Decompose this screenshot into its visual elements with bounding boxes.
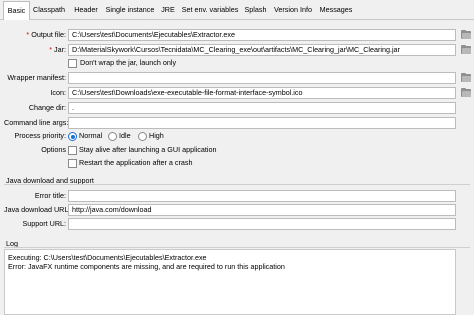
command-line-args-field[interactable] (68, 117, 456, 129)
java-download-url-field[interactable]: http://java.com/download (68, 204, 456, 216)
change-dir-label: Change dir: (28, 103, 66, 112)
icon-label: Icon: (50, 88, 66, 97)
log-line: Executing: C:\Users\test\Documents\Ejecu… (8, 253, 207, 262)
tab-bar: Basic Classpath Header Single instance J… (0, 0, 474, 20)
browse-output-file-button[interactable] (459, 29, 473, 41)
tab-classpath[interactable]: Classpath (31, 2, 67, 18)
restart-label: Restart the application after a crash (79, 158, 193, 167)
process-priority-label: Process priority: (14, 131, 66, 140)
priority-normal-radio[interactable] (68, 132, 77, 141)
error-title-field[interactable] (68, 190, 456, 202)
priority-idle-label: Idle (119, 131, 131, 140)
required-marker: * (49, 45, 53, 54)
output-file-label: * Output file: (26, 30, 66, 39)
java-download-url-label: Java download URL: (4, 205, 71, 214)
error-title-label: Error title: (34, 191, 66, 200)
dont-wrap-label: Don't wrap the jar, launch only (80, 58, 177, 67)
jar-label: * Jar: (49, 45, 66, 54)
priority-high-radio[interactable] (138, 132, 147, 141)
wrapper-manifest-field[interactable] (68, 72, 456, 84)
icon-field[interactable]: C:\Users\test\Downloads\exe-executable-f… (68, 87, 456, 99)
command-line-args-label: Command line args: (4, 118, 69, 127)
tab-splash[interactable]: Splash (242, 2, 269, 18)
tab-jre[interactable]: JRE (158, 2, 178, 18)
jar-field[interactable]: D:\MaterialSkywork\Cursos\Tecnidata\MC_C… (68, 44, 456, 56)
wrapper-manifest-label: Wrapper manifest: (7, 73, 66, 82)
priority-high-label: High (149, 131, 164, 140)
browse-jar-button[interactable] (459, 44, 473, 56)
section-divider (4, 247, 470, 248)
tab-set-env-variables[interactable]: Set env. variables (181, 2, 239, 18)
browse-wrapper-manifest-button[interactable] (459, 72, 473, 84)
change-dir-field[interactable]: . (68, 102, 456, 114)
tab-header[interactable]: Header (70, 2, 102, 18)
browse-icon-button[interactable] (459, 87, 473, 99)
log-output[interactable]: Executing: C:\Users\test\Documents\Ejecu… (4, 249, 456, 315)
support-url-field[interactable] (68, 218, 456, 230)
log-scroll-gutter (456, 249, 474, 315)
tab-messages[interactable]: Messages (318, 2, 354, 18)
tab-basic[interactable]: Basic (3, 1, 30, 20)
java-download-section-title: Java download and support (6, 176, 94, 185)
priority-idle-radio[interactable] (108, 132, 117, 141)
support-url-label: Support URL: (22, 219, 66, 228)
required-marker: * (26, 30, 30, 39)
tab-single-instance[interactable]: Single instance (104, 2, 156, 18)
priority-normal-label: Normal (79, 131, 103, 140)
options-label: Options (41, 145, 66, 154)
log-line: Error: JavaFX runtime components are mis… (8, 262, 285, 271)
restart-checkbox[interactable] (68, 159, 77, 168)
stay-alive-label: Stay alive after launching a GUI applica… (79, 145, 217, 154)
section-divider (4, 184, 470, 185)
dont-wrap-checkbox[interactable] (68, 59, 77, 68)
stay-alive-checkbox[interactable] (68, 146, 77, 155)
tab-version-info[interactable]: Version Info (272, 2, 314, 18)
output-file-field[interactable]: C:\Users\test\Documents\Ejecutables\Extr… (68, 29, 456, 41)
